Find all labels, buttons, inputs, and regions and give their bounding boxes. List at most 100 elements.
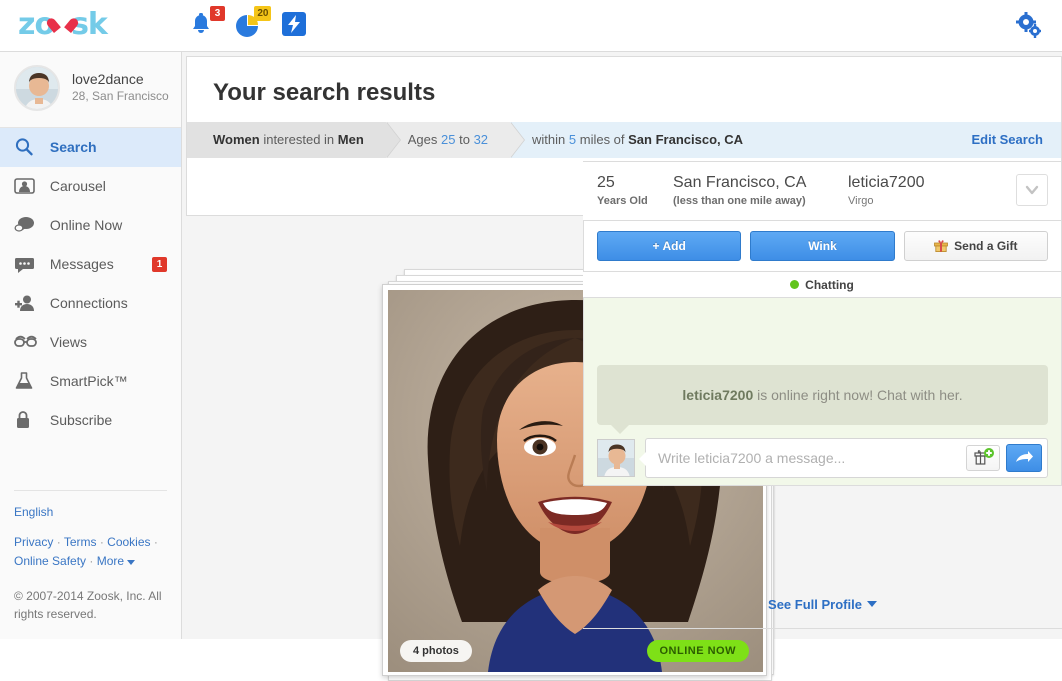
composer-avatar: [597, 439, 635, 477]
language-selector[interactable]: English: [14, 505, 167, 519]
current-username: love2dance: [72, 71, 144, 87]
chat-area: leticia7200 is online right now! Chat wi…: [583, 298, 1062, 486]
lightning-square: [281, 12, 306, 36]
boost-lightning-icon[interactable]: [281, 9, 315, 41]
online-now-badge: ONLINE NOW: [646, 640, 749, 662]
profile-city: San Francisco, CA: [673, 174, 807, 191]
breadcrumb-ages[interactable]: Ages 25 to 32: [385, 122, 526, 158]
profile-action-buttons: + Add Wink Send a Gift: [583, 221, 1062, 271]
sidebar-item-label: Views: [49, 334, 87, 350]
chat-bubbles-icon: [14, 211, 38, 232]
messages-badge: 1: [152, 257, 167, 272]
profile-username-block: leticia7200 Virgo: [848, 173, 925, 209]
sidebar-item-smartpick[interactable]: SmartPick™: [0, 362, 181, 401]
see-full-profile-label: See Full Profile: [768, 597, 862, 612]
chat-status-bar: Chatting: [583, 271, 1062, 298]
profile-age-block: 25 Years Old: [597, 173, 648, 209]
search-icon: [14, 133, 38, 156]
send-arrow-icon[interactable]: [1006, 444, 1042, 472]
wink-button[interactable]: Wink: [750, 231, 895, 261]
sidebar-item-connections[interactable]: Connections: [0, 284, 181, 323]
flask-icon: [14, 367, 38, 389]
sidebar-item-online-now[interactable]: Online Now: [0, 206, 181, 245]
gears-icon[interactable]: [1014, 11, 1044, 41]
footer-links: Privacy · Terms · Cookies · Online Safet…: [14, 533, 167, 571]
add-button[interactable]: + Add: [597, 231, 742, 261]
profile-username: leticia7200: [848, 174, 925, 191]
breadcrumb-location[interactable]: within 5 miles of San Francisco, CA Edit…: [510, 122, 1061, 158]
connections-badge: 20: [254, 6, 272, 21]
send-gift-button[interactable]: Send a Gift: [903, 231, 1048, 261]
footer-link-more[interactable]: More: [97, 554, 124, 568]
photo-count-badge[interactable]: 4 photos: [400, 640, 472, 662]
sidebar-footer: English Privacy · Terms · Cookies · Onli…: [0, 490, 181, 639]
age-max: 32: [473, 132, 489, 147]
chat-status-label: Chatting: [805, 278, 854, 292]
message-input[interactable]: Write leticia7200 a message...: [639, 438, 1048, 478]
copyright: © 2007-2014 Zoosk, Inc. All rights reser…: [14, 589, 162, 621]
age-min: 25: [441, 132, 456, 147]
chevron-down-icon: [127, 560, 136, 565]
sidebar-item-label: Carousel: [49, 178, 106, 194]
avatar: [14, 65, 60, 111]
main-content: Your search results Women interested in …: [182, 52, 1062, 681]
send-gift-label: Send a Gift: [954, 239, 1018, 253]
profile-age: 25: [597, 174, 615, 191]
chat-notice-username: leticia7200: [682, 387, 754, 403]
breadcrumb: Women interested in Men Ages 25 to 32 wi…: [187, 122, 1061, 158]
profile-age-label: Years Old: [597, 195, 648, 207]
footer-link-privacy[interactable]: Privacy: [14, 535, 53, 549]
current-user-subtitle: 28, San Francisco: [72, 89, 169, 103]
top-bar: zo sk 3 20: [0, 0, 1062, 52]
top-icon-group: 3 20: [188, 6, 323, 43]
edit-search-link[interactable]: Edit Search: [971, 122, 1043, 158]
message-icon: [14, 250, 38, 273]
sidebar-item-carousel[interactable]: Carousel: [0, 167, 181, 206]
zoosk-logo[interactable]: zo sk: [18, 9, 108, 41]
gift-icon: [934, 234, 949, 252]
current-user-block[interactable]: love2dance 28, San Francisco: [0, 52, 181, 128]
heart-icon: [54, 17, 71, 37]
divider: [14, 490, 167, 491]
ages-label: Ages: [407, 132, 442, 147]
add-person-icon: [14, 289, 38, 311]
lock-icon: [14, 406, 38, 428]
breadcrumb-gender-self: Women: [213, 132, 260, 147]
connections-pie-icon[interactable]: 20: [234, 6, 272, 41]
sidebar-item-label: Search: [49, 139, 97, 155]
profile-summary-header: 25 Years Old San Francisco, CA (less tha…: [583, 161, 1062, 221]
within-label: within: [532, 132, 569, 147]
footer-sep: ·: [153, 535, 158, 549]
see-full-profile-link[interactable]: See Full Profile: [583, 597, 1062, 612]
breadcrumb-seeking[interactable]: Women interested in Men: [187, 122, 401, 158]
location-value: San Francisco, CA: [628, 132, 744, 147]
footer-sep: ·: [56, 535, 61, 549]
footer-link-terms[interactable]: Terms: [64, 535, 97, 549]
chat-notice-bubble: leticia7200 is online right now! Chat wi…: [597, 365, 1048, 434]
sidebar-item-label: Messages: [49, 256, 114, 272]
profile-distance: (less than one mile away): [673, 195, 806, 207]
sidebar-item-subscribe[interactable]: Subscribe: [0, 401, 181, 440]
page-title: Your search results: [213, 79, 436, 106]
profile-zodiac: Virgo: [848, 195, 874, 207]
sidebar-item-search[interactable]: Search: [0, 128, 181, 167]
profile-expand-button[interactable]: [1016, 174, 1048, 206]
carousel-icon: [14, 172, 38, 194]
sidebar-item-label: SmartPick™: [49, 373, 128, 389]
sidebar-item-label: Connections: [49, 295, 128, 311]
notifications-bell-icon[interactable]: 3: [188, 6, 225, 41]
sidebar: love2dance 28, San Francisco Search Caro…: [0, 52, 182, 639]
sidebar-item-messages[interactable]: Messages 1: [0, 245, 181, 284]
footer-link-cookies[interactable]: Cookies: [107, 535, 150, 549]
chevron-down-icon: [866, 601, 877, 607]
glasses-icon: [14, 328, 38, 348]
breadcrumb-gender-target: Men: [337, 132, 364, 147]
sidebar-nav: Search Carousel Online Now Messages 1 Co…: [0, 128, 181, 440]
message-composer: Write leticia7200 a message...: [597, 438, 1048, 478]
sidebar-item-views[interactable]: Views: [0, 323, 181, 362]
footer-link-online-safety[interactable]: Online Safety: [14, 554, 86, 568]
online-status-dot: [790, 280, 800, 289]
sidebar-item-label: Online Now: [49, 217, 123, 233]
bottom-divider: [583, 628, 1062, 629]
attach-gift-button[interactable]: [966, 445, 1000, 471]
